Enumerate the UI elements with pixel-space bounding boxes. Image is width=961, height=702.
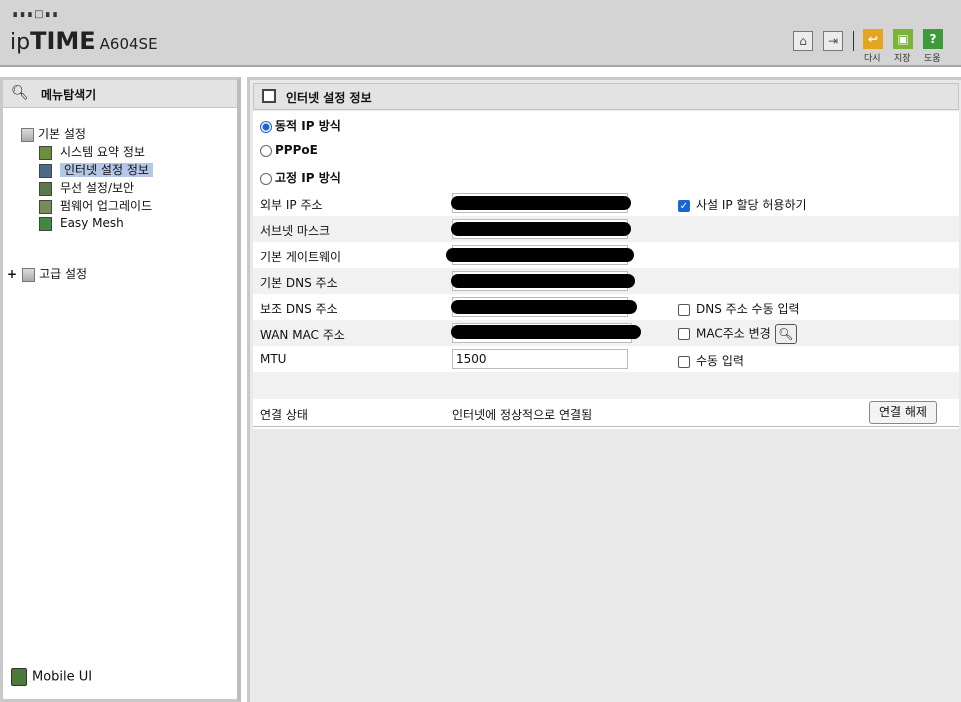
save-label: 지장 [894, 54, 911, 64]
tree-group-basic-label: 기본 설정 [38, 127, 86, 141]
internet-settings-form: 동적 IP 방식 PPPoE 고정 IP 방식 외부 IP 주소 ✓ 사설 IP … [253, 111, 959, 429]
row-wan-mac: WAN MAC 주소 MAC주소 변경 🔍︎ [253, 320, 959, 346]
mobile-phone-icon [11, 668, 27, 686]
chart-icon [39, 145, 52, 160]
magnifier-icon: 🔍︎ [11, 85, 29, 101]
row-dns1: 기본 DNS 주소 [253, 268, 959, 294]
logo-dots: ∎∎∎□∎∎ [12, 9, 60, 20]
mtu-label: MTU [260, 352, 287, 366]
expand-icon[interactable]: + [7, 267, 17, 281]
radio-label: 동적 IP 방식 [275, 119, 341, 133]
redaction-bar [446, 248, 634, 262]
network-icon [39, 163, 52, 178]
disconnect-button[interactable]: 연결 해제 [869, 401, 937, 424]
save-icon[interactable]: ▣ [893, 29, 913, 49]
content-header: 인터넷 설정 정보 [253, 83, 959, 110]
gateway-label: 기본 게이트웨이 [260, 250, 342, 264]
page-title: 인터넷 설정 정보 [286, 91, 372, 105]
redaction-bar [451, 300, 637, 314]
row-subnet: 서브넷 마스크 [253, 216, 959, 242]
private-ip-checkbox[interactable]: ✓ 사설 IP 할당 허용하기 [678, 196, 807, 213]
redaction-bar [451, 274, 635, 288]
sidebar-item-label: 인터넷 설정 정보 [60, 163, 153, 177]
refresh-label: 다시 [864, 54, 881, 64]
dns-manual-checkbox[interactable]: DNS 주소 수동 입력 [678, 300, 800, 317]
top-header: ∎∎∎□∎∎ ipTIME A604SE ⌂ ⇥ ↩ ▣ ? 다시 지장 도움 [0, 0, 961, 67]
checkbox-label: 사설 IP 할당 허용하기 [696, 198, 807, 212]
sidebar-item-firmware[interactable]: 펌웨어 업그레이드 [39, 197, 152, 214]
dns2-label: 보조 DNS 주소 [260, 302, 338, 316]
checkbox-label: 수동 입력 [696, 354, 744, 368]
mobile-ui-label: Mobile UI [32, 669, 93, 685]
radio-indicator[interactable] [260, 120, 272, 133]
checkbox-indicator[interactable]: ✓ [678, 199, 690, 212]
sidebar-item-easymesh[interactable]: Easy Mesh [39, 216, 124, 231]
spacer-row [253, 372, 959, 399]
help-label: 도움 [924, 54, 941, 64]
wireless-icon [39, 181, 52, 196]
checkbox-indicator[interactable] [678, 303, 690, 316]
folder-open-icon [21, 127, 34, 142]
tree-group-basic[interactable]: 기본 설정 [21, 125, 86, 142]
mac-search-icon[interactable]: 🔍︎ [774, 324, 797, 344]
checkbox-label: DNS 주소 수동 입력 [696, 302, 800, 316]
radio-pppoe[interactable]: PPPoE [260, 143, 318, 157]
sidebar-item-label: 시스템 요약 정보 [60, 145, 145, 159]
redaction-bar [451, 196, 631, 210]
radio-label: 고정 IP 방식 [275, 171, 341, 185]
sidebar-item-label: 무선 설정/보안 [60, 181, 135, 195]
model-name: A604SE [99, 35, 158, 53]
sidebar-item-label: Easy Mesh [60, 216, 124, 230]
sidebar-item-wireless[interactable]: 무선 설정/보안 [39, 179, 134, 196]
external-ip-label: 외부 IP 주소 [260, 198, 323, 212]
refresh-icon[interactable]: ↩ [863, 29, 883, 49]
upgrade-icon [39, 199, 52, 214]
radio-static-ip[interactable]: 고정 IP 방식 [260, 169, 341, 186]
menu-explorer-header: 🔍︎ 메뉴탐색기 [3, 80, 237, 108]
radio-label: PPPoE [275, 143, 318, 157]
content-panel: 인터넷 설정 정보 동적 IP 방식 PPPoE 고정 IP 방식 외부 IP … [247, 77, 961, 702]
checkbox-label: MAC주소 변경 [696, 326, 771, 341]
row-mtu: MTU 1500 수동 입력 [253, 346, 959, 372]
row-external-ip: 외부 IP 주소 ✓ 사설 IP 할당 허용하기 [253, 190, 959, 216]
sidebar-item-system-summary[interactable]: 시스템 요약 정보 [39, 143, 145, 160]
subnet-label: 서브넷 마스크 [260, 224, 331, 238]
sidebar-item-internet-settings[interactable]: 인터넷 설정 정보 [39, 161, 153, 178]
menu-explorer-panel: 🔍︎ 메뉴탐색기 기본 설정 시스템 요약 정보 인터넷 설정 정보 무선 설정… [0, 77, 241, 702]
radio-dynamic-ip[interactable]: 동적 IP 방식 [260, 117, 341, 134]
folder-icon [22, 267, 36, 282]
mtu-manual-checkbox[interactable]: 수동 입력 [678, 352, 744, 369]
row-status: 연결 상태 인터넷에 정상적으로 연결됨 연결 해제 [253, 399, 959, 427]
status-label: 연결 상태 [260, 408, 308, 422]
checkbox-indicator[interactable] [678, 328, 690, 340]
sidebar-item-label: 펌웨어 업그레이드 [60, 199, 153, 213]
dns1-label: 기본 DNS 주소 [260, 276, 338, 290]
mac-change-checkbox[interactable]: MAC주소 변경 🔍︎ [678, 324, 797, 344]
logout-icon[interactable]: ⇥ [823, 31, 843, 51]
toolbar-divider [853, 31, 854, 51]
home-icon[interactable]: ⌂ [793, 31, 813, 51]
radio-indicator[interactable] [260, 172, 272, 185]
redaction-bar [451, 325, 641, 339]
menu-explorer-title: 메뉴탐색기 [41, 88, 97, 102]
mtu-input[interactable]: 1500 [452, 349, 628, 369]
mobile-ui-link[interactable]: Mobile UI [11, 668, 92, 686]
brand-main: TIME [30, 27, 96, 55]
tree-group-advanced[interactable]: + 고급 설정 [7, 265, 87, 282]
checkbox-indicator[interactable] [678, 355, 690, 368]
help-icon[interactable]: ? [923, 29, 943, 49]
radio-indicator[interactable] [260, 144, 272, 157]
status-value: 인터넷에 정상적으로 연결됨 [452, 408, 593, 422]
wan-mac-label: WAN MAC 주소 [260, 328, 345, 342]
brand-prefix: ip [10, 30, 31, 55]
row-dns2: 보조 DNS 주소 DNS 주소 수동 입력 [253, 294, 959, 320]
row-gateway: 기본 게이트웨이 [253, 242, 959, 268]
mesh-icon [39, 216, 52, 231]
redaction-bar [451, 222, 631, 236]
window-icon [262, 89, 276, 103]
brand-logo: ipTIME A604SE [10, 27, 158, 55]
tree-group-advanced-label: 고급 설정 [39, 267, 88, 281]
